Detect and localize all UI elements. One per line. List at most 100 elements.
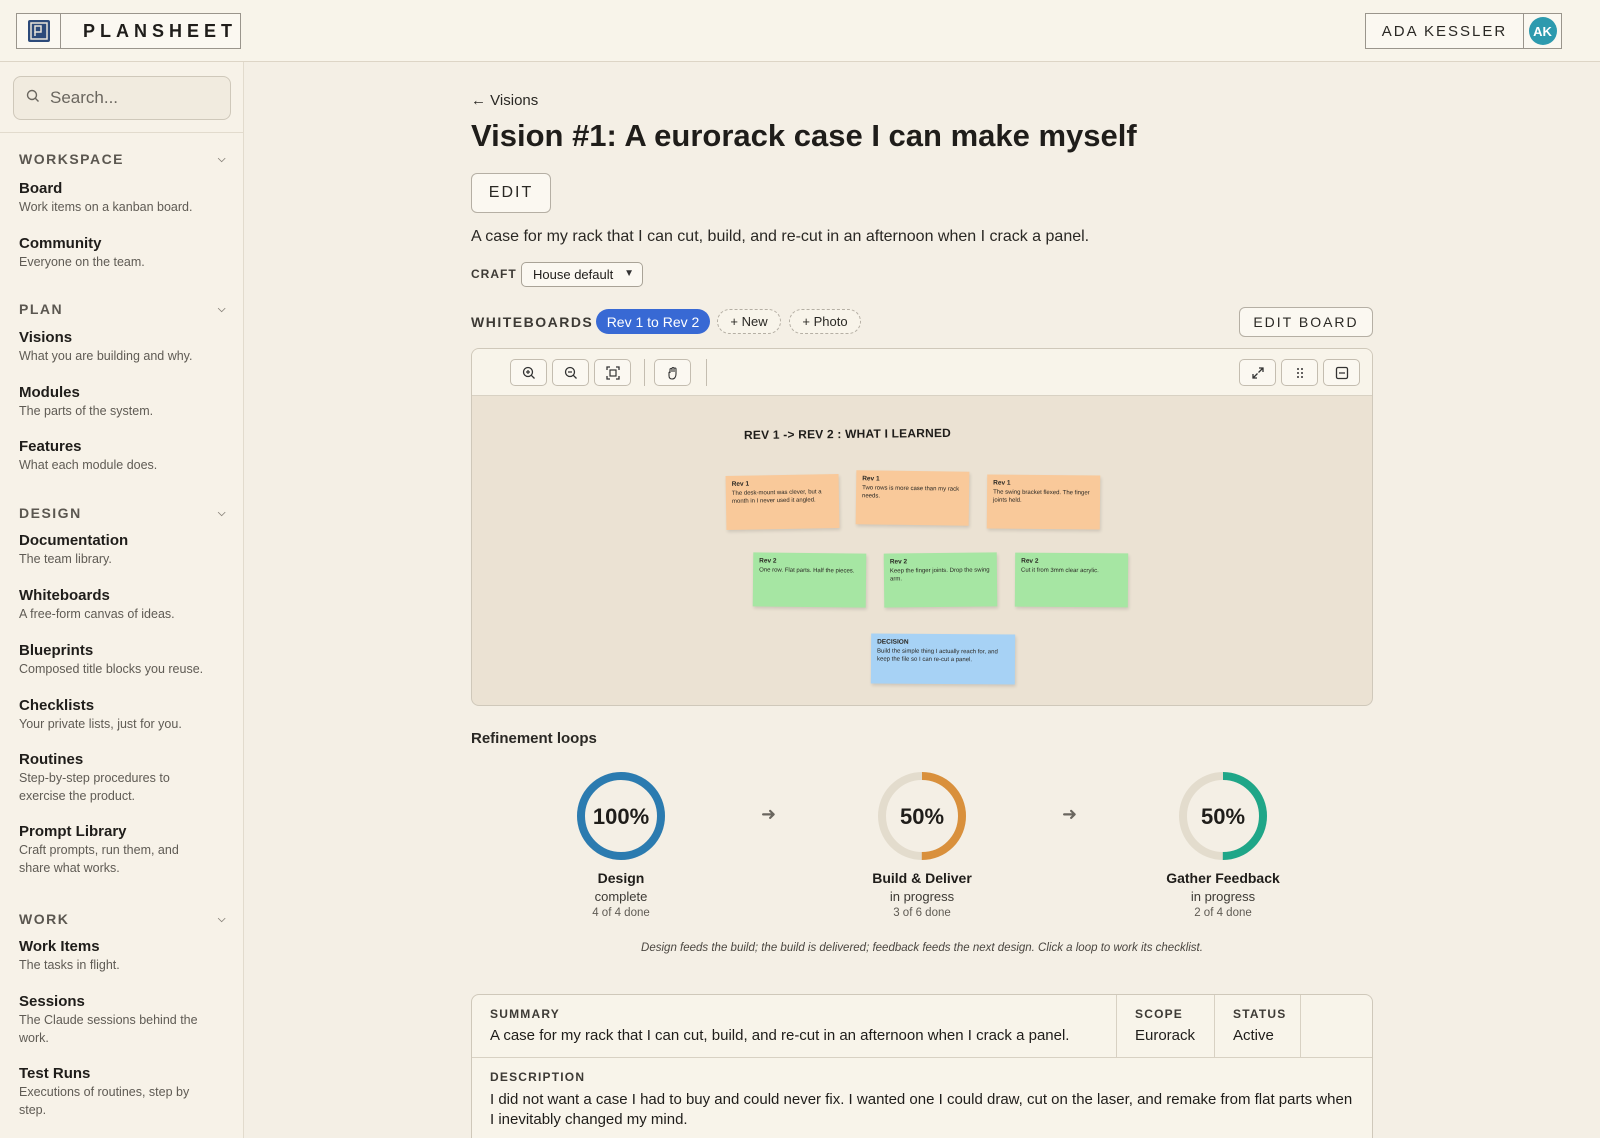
app-brand[interactable]: PLANSHEET: [16, 13, 241, 49]
sidebar-item-community[interactable]: Community Everyone on the team.: [19, 235, 229, 271]
sidebar-item-title: Prompt Library: [19, 823, 127, 840]
sticky-tag: DECISION: [877, 638, 909, 646]
board-toolbar: [472, 349, 1372, 396]
summary-label: SUMMARY: [490, 1007, 560, 1021]
chevron-down-icon[interactable]: ⌵: [218, 508, 227, 519]
expand-icon[interactable]: [1239, 359, 1276, 386]
sidebar-item-desc: A free-form canvas of ideas.: [19, 607, 175, 621]
vision-summary: A case for my rack that I can cut, build…: [471, 228, 1090, 245]
sidebar-item-desc: Work items on a kanban board.: [19, 200, 193, 214]
chevron-down-icon[interactable]: ⌵: [218, 914, 227, 925]
search-box[interactable]: [13, 76, 231, 120]
section-workspace[interactable]: WORKSPACE ⌵: [19, 151, 227, 167]
pan-hand-icon[interactable]: [654, 359, 691, 386]
add-photo-button[interactable]: + Photo: [789, 309, 861, 334]
sticky-note[interactable]: Rev 2 Keep the finger joints. Drop the s…: [883, 552, 998, 608]
section-design[interactable]: DESIGN ⌵: [19, 505, 227, 521]
description-value: I did not want a case I had to buy and c…: [490, 1091, 1353, 1128]
plansheet-logo-icon: [17, 14, 61, 48]
collapse-panel-icon[interactable]: [1323, 359, 1360, 386]
sidebar-item-title: Modules: [19, 384, 80, 401]
sticky-tag: Rev 1: [862, 475, 880, 483]
status-label: STATUS: [1233, 1007, 1287, 1021]
loop-state: complete: [594, 889, 648, 904]
sticky-text: The desk-mount was clever, but a month i…: [731, 489, 822, 505]
sticky-tag: Rev 2: [889, 558, 908, 566]
sidebar-item-sessions[interactable]: Sessions The Claude sessions behind the …: [19, 993, 229, 1047]
top-bar: PLANSHEET ADA KESSLER AK: [0, 0, 1600, 62]
whiteboard-tab-rev1-rev2[interactable]: Rev 1 to Rev 2: [596, 309, 710, 334]
craft-select[interactable]: House default ▼: [521, 262, 643, 287]
loop-design[interactable]: 100% Design complete 4 of 4 done: [521, 770, 721, 919]
loops-caption: Design feeds the build; the build is del…: [641, 942, 1203, 954]
sticky-text: Cut it from 3mm clear acrylic.: [1021, 567, 1099, 575]
sidebar-item-desc: Your private lists, just for you.: [19, 717, 182, 731]
status-value: Active: [1233, 1027, 1274, 1044]
summary-value: A case for my rack that I can cut, build…: [490, 1027, 1070, 1044]
search-input[interactable]: [50, 88, 210, 108]
loop-build-deliver[interactable]: 50% Build & Deliver in progress 3 of 6 d…: [822, 770, 1022, 919]
sticky-note-decision[interactable]: DECISION Build the simple thing I actual…: [870, 633, 1016, 685]
sticky-tag: Rev 2: [759, 557, 777, 565]
back-to-visions-link[interactable]: ← Visions: [471, 92, 538, 109]
craft-label: CRAFT: [471, 267, 517, 281]
board-heading: REV 1 -> REV 2 : WHAT I LEARNED: [743, 425, 952, 443]
sticky-text: Keep the finger joints. Drop the swing a…: [889, 567, 990, 583]
loop-percent: 100%: [592, 804, 650, 829]
sticky-note[interactable]: Rev 2 Cut it from 3mm clear acrylic.: [1014, 552, 1129, 608]
sidebar-item-title: Documentation: [19, 532, 129, 549]
summary-cell: SUMMARY A case for my rack that I can cu…: [472, 995, 1117, 1057]
sidebar-item-title: Blueprints: [19, 642, 94, 659]
toolbar-divider: [644, 359, 645, 386]
fit-to-screen-icon[interactable]: [594, 359, 631, 386]
sticky-note[interactable]: Rev 2 One row. Flat parts. Half the piec…: [752, 552, 867, 608]
whiteboard-canvas[interactable]: REV 1 -> REV 2 : WHAT I LEARNED Rev 1 Th…: [471, 348, 1373, 706]
sidebar-item-whiteboards[interactable]: Whiteboards A free-form canvas of ideas.: [19, 587, 229, 623]
sidebar-item-features[interactable]: Features What each module does.: [19, 438, 229, 474]
new-whiteboard-button[interactable]: + New: [717, 309, 781, 334]
zoom-in-icon[interactable]: [510, 359, 547, 386]
avatar[interactable]: AK: [1523, 14, 1561, 48]
section-plan[interactable]: PLAN ⌵: [19, 301, 227, 317]
zoom-out-icon[interactable]: [552, 359, 589, 386]
sidebar-item-title: Sessions: [19, 993, 85, 1010]
sidebar-item-prompt-library[interactable]: Prompt Library Craft prompts, run them, …: [19, 823, 229, 877]
sidebar-item-test-runs[interactable]: Test Runs Executions of routines, step b…: [19, 1065, 229, 1119]
sticky-note[interactable]: Rev 1 The swing bracket flexed. The fing…: [986, 474, 1101, 530]
chevron-down-icon[interactable]: ⌵: [218, 154, 227, 165]
scope-value: Eurorack: [1135, 1027, 1196, 1044]
sidebar-item-blueprints[interactable]: Blueprints Composed title blocks you reu…: [19, 642, 229, 678]
scope-label: SCOPE: [1135, 1007, 1184, 1021]
sidebar-item-board[interactable]: Board Work items on a kanban board.: [19, 180, 229, 216]
sticky-note[interactable]: Rev 1 Two rows is more case than my rack…: [855, 470, 970, 526]
refinement-loops-title: Refinement loops: [471, 730, 597, 747]
sidebar-item-routines[interactable]: Routines Step-by-step procedures to exer…: [19, 751, 229, 805]
sidebar-item-desc: Everyone on the team.: [19, 255, 145, 269]
loop-gather-feedback[interactable]: 50% Gather Feedback in progress 2 of 4 d…: [1123, 770, 1323, 919]
sidebar-item-desc: The tasks in flight.: [19, 958, 120, 972]
sidebar-item-desc: Step-by-step procedures to exercise the …: [19, 771, 170, 803]
sidebar-item-title: Checklists: [19, 697, 95, 714]
edit-board-button[interactable]: EDIT BOARD: [1239, 307, 1373, 337]
sticky-note[interactable]: Rev 1 The desk-mount was clever, but a m…: [725, 474, 840, 530]
sticky-tag: Rev 2: [1021, 557, 1039, 565]
description-row: DESCRIPTION I did not want a case I had …: [472, 1057, 1372, 1138]
sidebar-item-visions[interactable]: Visions What you are building and why.: [19, 329, 229, 365]
sidebar-item-checklists[interactable]: Checklists Your private lists, just for …: [19, 697, 229, 733]
sidebar: WORKSPACE ⌵ Board Work items on a kanban…: [0, 62, 244, 1138]
user-name: ADA KESSLER: [1381, 22, 1508, 40]
chevron-down-icon[interactable]: ⌵: [218, 304, 227, 315]
grid-dots-icon[interactable]: [1281, 359, 1318, 386]
craft-select-value: House default: [533, 267, 614, 282]
sticky-tag: Rev 1: [993, 479, 1011, 487]
sidebar-item-documentation[interactable]: Documentation The team library.: [19, 532, 229, 568]
edit-button[interactable]: EDIT: [471, 173, 551, 213]
sidebar-item-modules[interactable]: Modules The parts of the system.: [19, 384, 229, 420]
sidebar-item-title: Routines: [19, 751, 84, 768]
section-label: DESIGN: [19, 505, 82, 521]
section-work[interactable]: WORK ⌵: [19, 911, 227, 927]
toolbar-divider: [706, 359, 707, 386]
user-menu[interactable]: ADA KESSLER AK: [1365, 13, 1562, 49]
status-cell: STATUS Active: [1215, 995, 1301, 1057]
sidebar-item-work-items[interactable]: Work Items The tasks in flight.: [19, 938, 229, 974]
